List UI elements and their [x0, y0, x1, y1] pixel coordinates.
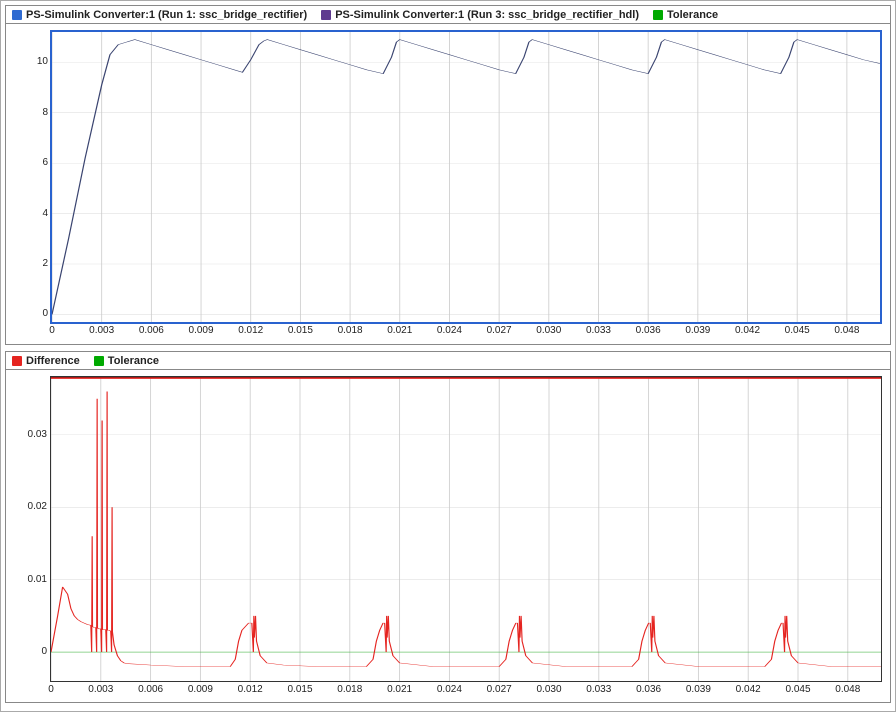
ytick-label: 0	[10, 308, 48, 319]
xtick-label: 0.015	[288, 325, 313, 336]
xtick-label: 0.033	[586, 325, 611, 336]
xtick-label: 0.045	[785, 325, 810, 336]
ytick-label: 10	[10, 56, 48, 67]
signal-svg	[52, 32, 880, 322]
legend-item-run3: PS-Simulink Converter:1 (Run 3: ssc_brid…	[321, 9, 639, 21]
difference-svg	[51, 377, 881, 681]
ytick-label: 0.02	[9, 501, 47, 512]
legend-item-tol-top: Tolerance	[653, 9, 718, 21]
swatch-tol-bot	[94, 356, 104, 366]
legend-item-diff: Difference	[12, 355, 80, 367]
xtick-label: 0.024	[437, 325, 462, 336]
legend-label-diff: Difference	[26, 355, 80, 367]
xtick-label: 0.024	[437, 684, 462, 695]
xtick-label: 0.048	[835, 684, 860, 695]
xtick-label: 0.039	[686, 684, 711, 695]
xtick-label: 0	[49, 325, 55, 336]
xtick-label: 0.012	[238, 684, 263, 695]
xtick-label: 0.003	[88, 684, 113, 695]
difference-panel: Difference Tolerance 00.010.020.0300.003…	[5, 351, 891, 703]
signal-plot	[52, 32, 880, 322]
xtick-label: 0.030	[536, 684, 561, 695]
difference-plot-stage[interactable]: 00.010.020.0300.0030.0060.0090.0120.0150…	[50, 376, 882, 682]
legend-label-run3: PS-Simulink Converter:1 (Run 3: ssc_brid…	[335, 9, 639, 21]
swatch-run1	[12, 10, 22, 20]
xtick-label: 0.009	[188, 684, 213, 695]
xtick-label: 0.039	[685, 325, 710, 336]
ytick-label: 4	[10, 208, 48, 219]
legend-label-tol-top: Tolerance	[667, 9, 718, 21]
xtick-label: 0.018	[337, 684, 362, 695]
ytick-label: 0	[9, 646, 47, 657]
xtick-label: 0	[48, 684, 54, 695]
ytick-label: 0.01	[9, 574, 47, 585]
xtick-label: 0.042	[735, 325, 760, 336]
difference-plot	[51, 377, 881, 681]
legend-label-run1: PS-Simulink Converter:1 (Run 1: ssc_brid…	[26, 9, 307, 21]
xtick-label: 0.042	[736, 684, 761, 695]
xtick-label: 0.021	[387, 325, 412, 336]
legend-item-run1: PS-Simulink Converter:1 (Run 1: ssc_brid…	[12, 9, 307, 21]
signal-panel: PS-Simulink Converter:1 (Run 1: ssc_brid…	[5, 5, 891, 345]
legend-label-tol-bot: Tolerance	[108, 355, 159, 367]
xtick-label: 0.021	[387, 684, 412, 695]
ytick-label: 0.03	[9, 429, 47, 440]
xtick-label: 0.045	[785, 684, 810, 695]
xtick-label: 0.006	[138, 684, 163, 695]
swatch-run3	[321, 10, 331, 20]
xtick-label: 0.012	[238, 325, 263, 336]
signal-trace	[52, 40, 880, 315]
ytick-label: 8	[10, 107, 48, 118]
signal-legend: PS-Simulink Converter:1 (Run 1: ssc_brid…	[6, 6, 890, 24]
xtick-label: 0.018	[338, 325, 363, 336]
xtick-label: 0.033	[586, 684, 611, 695]
difference-legend: Difference Tolerance	[6, 352, 890, 370]
xtick-label: 0.027	[487, 325, 512, 336]
xtick-label: 0.027	[487, 684, 512, 695]
signal-plot-stage[interactable]: 024681000.0030.0060.0090.0120.0150.0180.…	[50, 30, 882, 324]
xtick-label: 0.030	[536, 325, 561, 336]
legend-item-tol-bot: Tolerance	[94, 355, 159, 367]
xtick-label: 0.009	[189, 325, 214, 336]
signal-grid	[52, 32, 880, 322]
difference-grid	[51, 377, 881, 681]
xtick-label: 0.003	[89, 325, 114, 336]
xtick-label: 0.048	[834, 325, 859, 336]
xtick-label: 0.036	[636, 684, 661, 695]
page: PS-Simulink Converter:1 (Run 1: ssc_brid…	[0, 0, 896, 712]
swatch-diff	[12, 356, 22, 366]
xtick-label: 0.006	[139, 325, 164, 336]
xtick-label: 0.036	[636, 325, 661, 336]
xtick-label: 0.015	[287, 684, 312, 695]
ytick-label: 6	[10, 157, 48, 168]
ytick-label: 2	[10, 258, 48, 269]
difference-trace	[51, 391, 881, 666]
swatch-tol-top	[653, 10, 663, 20]
